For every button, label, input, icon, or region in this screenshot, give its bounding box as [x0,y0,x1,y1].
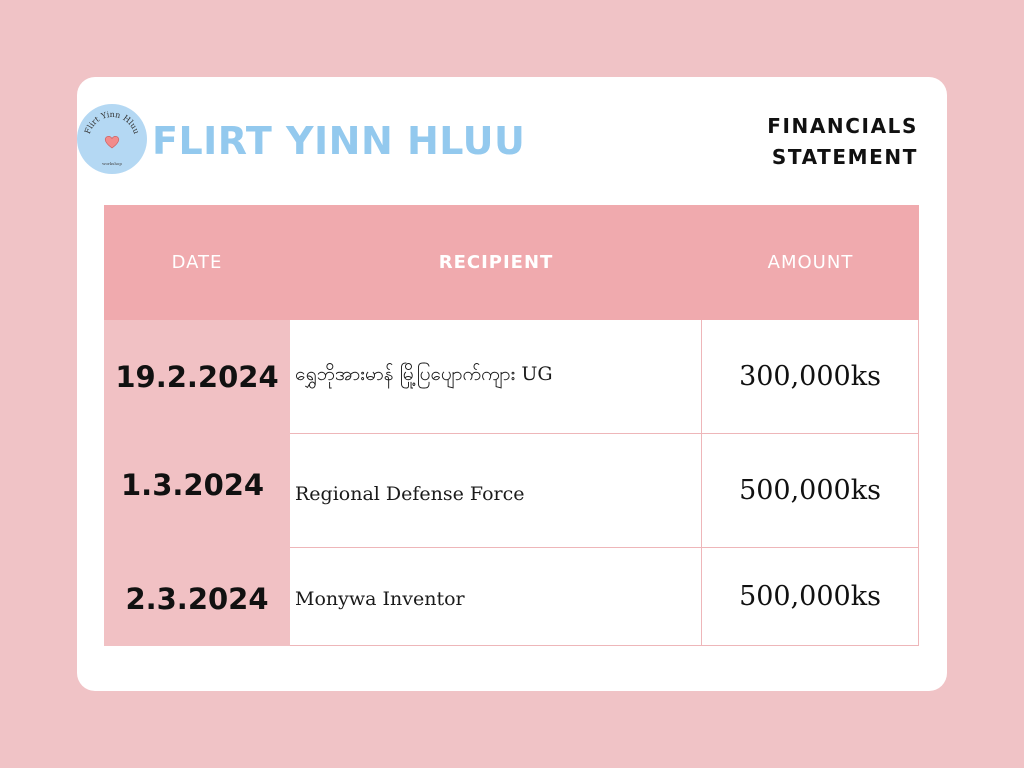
table-row: 1.3.2024 Regional Defense Force 500,000k… [104,434,919,548]
logo-text-top: Flirt Yinn Hluu [83,110,141,135]
amount-cell: 300,000ks [702,320,919,434]
date-cell: 19.2.2024 [104,320,290,434]
date-cell: 1.3.2024 [104,434,290,548]
column-header-amount: AMOUNT [767,252,854,273]
column-header-recipient: RECIPIENT [438,252,554,273]
amount-cell: 500,000ks [702,434,919,548]
brand-logo: Flirt Yinn Hluu workshop [77,104,147,174]
column-header-date: DATE [171,252,223,273]
statement-title: FINANCIALS STATEMENT [767,111,918,173]
statement-title-line1: FINANCIALS [767,114,918,138]
table-header: DATE RECIPIENT AMOUNT [104,205,919,320]
heart-icon [104,135,120,149]
brand-name: FLIRT YINN HLUU [152,119,526,163]
logo-text-bottom: workshop [102,161,122,166]
recipient-cell: Regional Defense Force [290,434,702,548]
recipient-cell: Monywa Inventor [290,548,702,646]
amount-cell: 500,000ks [702,548,919,646]
recipient-cell: ရွှေဘိုအားမာန် မြို့ပြပျောက်ကျား UG [290,320,702,434]
table-row: 19.2.2024 ရွှေဘိုအားမာန် မြို့ပြပျောက်ကျ… [104,320,919,434]
statement-title-line2: STATEMENT [771,145,918,169]
financials-table: DATE RECIPIENT AMOUNT 19.2.2024 ရွှေဘိုအ… [104,205,919,646]
svg-text:Flirt Yinn Hluu: Flirt Yinn Hluu [83,110,141,135]
table-row: 2.3.2024 Monywa Inventor 500,000ks [104,548,919,646]
date-cell: 2.3.2024 [104,548,290,646]
